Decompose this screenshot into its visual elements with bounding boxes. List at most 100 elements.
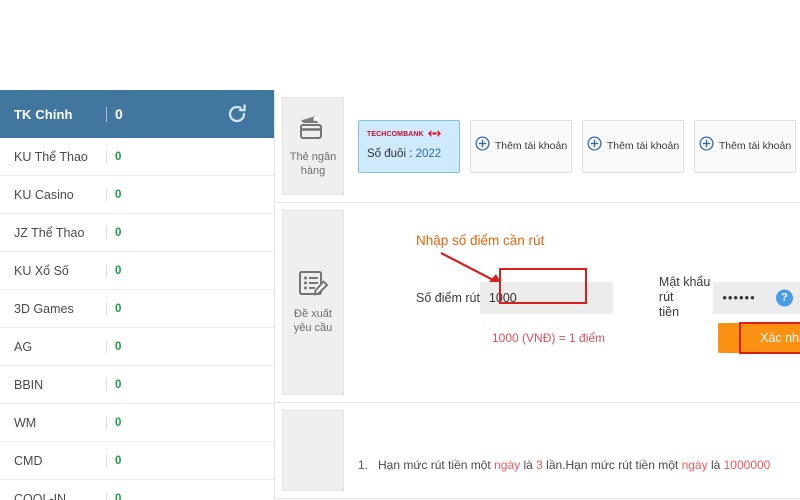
account-row[interactable]: AG 0 [0,328,274,366]
account-name: AG [14,339,33,354]
bank-card-section-label: Thẻ ngân hàng [282,97,344,195]
notice-part-2: là [520,458,537,472]
notice-part-3: lần.Hạn mức rút tiền một [542,458,682,472]
add-account-label: Thêm tài khoản [494,140,568,152]
bank-card-section-label-line1: Thẻ ngân [289,150,337,163]
notice-section-label [282,410,344,491]
account-row[interactable]: JZ Thể Thao 0 [0,214,274,252]
account-balance: 0 [115,492,122,500]
request-form-icon [297,270,329,302]
notice-item-number: 1. [358,458,369,472]
add-account-buttons: Thêm tài khoản Thêm tài khoản Thêm tài kho… [470,119,796,173]
account-name: COOL-IN [14,491,67,500]
plus-circle-icon [699,136,714,156]
page-root: TK Chính 0 KU Thể Thao 0 KU Casino 0 JZ Thể … [0,0,800,500]
notice-list: 1. Hạn mức rút tiền một ngày là 3 lần.Hạn… [344,403,800,498]
account-balances-sidebar: TK Chính 0 KU Thể Thao 0 KU Casino 0 JZ Thể … [0,90,275,500]
add-account-button[interactable]: Thêm tài khoản [470,119,572,173]
account-balance: 0 [115,264,122,277]
account-name: CMD [14,453,43,468]
row-divider [106,264,107,277]
request-section-label-line2: yêu cầu [293,322,333,334]
add-account-label: Thêm tài khoản [718,140,792,152]
main-account-header: TK Chính 0 [0,90,274,138]
row-divider [106,302,107,315]
main-account-balance: 0 [115,106,123,122]
account-list: KU Thể Thao 0 KU Casino 0 JZ Thể Thao 0 KU Xổ … [0,138,274,500]
add-account-button[interactable]: Thêm tài khoản [582,119,684,173]
notice-panel: 1. Hạn mức rút tiền một ngày là 3 lần.Hạn… [276,403,800,499]
bank-card-section-label-line2: hàng [300,164,326,177]
notice-highlight-4: 1000000 [723,458,771,472]
account-row[interactable]: KU Thể Thao 0 [0,138,274,176]
main-content: Thẻ ngân hàng TECHCOMBANK Số đuôi: 2022… [276,90,800,500]
row-divider [106,188,107,201]
bank-card-strip: TECHCOMBANK Số đuôi : 2022 Thêm tài khoả… [344,90,800,202]
account-name: JZ Thể Thao [14,225,85,240]
account-row[interactable]: 3D Games 0 [0,290,274,328]
notice-highlight-1: ngày [494,458,521,472]
account-balance: 0 [115,150,122,163]
password-label-line1: Mật khẩu rút [658,275,711,304]
account-row[interactable]: KU Xổ Số 0 [0,252,274,290]
account-name: BBIN [14,377,44,392]
add-account-button[interactable]: Thêm tài khoản [694,119,796,173]
password-label-line2: tiền [658,305,680,319]
request-section-label: Đề xuất yêu cầu [282,210,344,395]
top-blank-area [0,0,800,90]
account-name: KU Thể Thao [14,149,88,164]
notice-panel-body: 1. Hạn mức rút tiền một ngày là 3 lần.Hạn… [344,403,800,498]
account-row[interactable]: CMD 0 [0,442,274,480]
notice-part-1: Hạn mức rút tiền một [378,458,495,472]
row-divider [106,340,107,353]
techcombank-logo-icon [427,125,441,143]
row-divider [106,378,107,391]
notice-highlight-2: 3 [536,458,543,472]
header-divider [106,106,107,122]
account-row[interactable]: KU Casino 0 [0,176,274,214]
bank-card-tail: Số đuôi : 2022 [367,148,451,160]
help-icon[interactable]: ? [776,289,793,306]
account-balance: 0 [115,302,122,315]
account-balance: 0 [115,340,122,353]
annotation-text: Nhập số điểm cần rút [416,233,545,248]
notice-item-1: 1. Hạn mức rút tiền một ngày là 3 lần.Hạn… [358,458,770,472]
account-balance: 0 [115,188,122,201]
account-row[interactable]: BBIN 0 [0,366,274,404]
bank-card-tail-digits: 2022 [415,147,442,160]
request-section-label-line1: Đề xuất [294,308,332,320]
account-name: KU Xổ Số [14,263,69,278]
account-balance: 0 [115,226,122,239]
account-row[interactable]: COOL-IN 0 [0,480,274,500]
password-field-wrap: ? [713,281,800,314]
plus-circle-icon [475,136,490,156]
account-balance: 0 [115,454,122,467]
row-divider [106,150,107,163]
row-divider [106,454,107,467]
points-input[interactable] [479,281,613,314]
bank-card-tail-label: Số đuôi : [367,147,413,160]
password-label: Mật khẩu rút tiền [659,275,713,320]
refresh-icon[interactable] [226,103,248,125]
account-row[interactable]: WM 0 [0,404,274,442]
bank-logo-row: TECHCOMBANK [367,128,451,141]
bank-name-label: TECHCOMBANK [367,130,424,138]
points-label: Số điểm rút [416,290,480,305]
notice-highlight-3: ngày [681,458,708,472]
bank-card-panel-body: TECHCOMBANK Số đuôi : 2022 Thêm tài khoả… [344,90,800,202]
conversion-rate-note: 1000 (VNĐ) = 1 điểm [492,331,606,345]
bank-card-panel: Thẻ ngân hàng TECHCOMBANK Số đuôi: 2022… [276,90,800,203]
withdraw-form-body: Nhập số điểm cần rút Số điểm rút Mật khẩ… [344,203,800,402]
notice-part-4: là [707,458,724,472]
account-name: 3D Games [14,301,74,316]
confirm-button[interactable]: Xác nhận [718,323,800,353]
bank-card-techcombank[interactable]: TECHCOMBANK Số đuôi : 2022 [358,119,460,173]
account-name: WM [14,415,37,430]
withdraw-form-panel: Đề xuất yêu cầu Nhập số điểm cần rút Số … [276,203,800,403]
row-divider [106,492,107,500]
credit-card-icon [297,115,329,145]
row-divider [106,416,107,429]
plus-circle-icon [587,136,602,156]
withdraw-form-row: Số điểm rút Mật khẩu rút tiền ? [344,275,800,320]
account-balance: 0 [115,416,122,429]
